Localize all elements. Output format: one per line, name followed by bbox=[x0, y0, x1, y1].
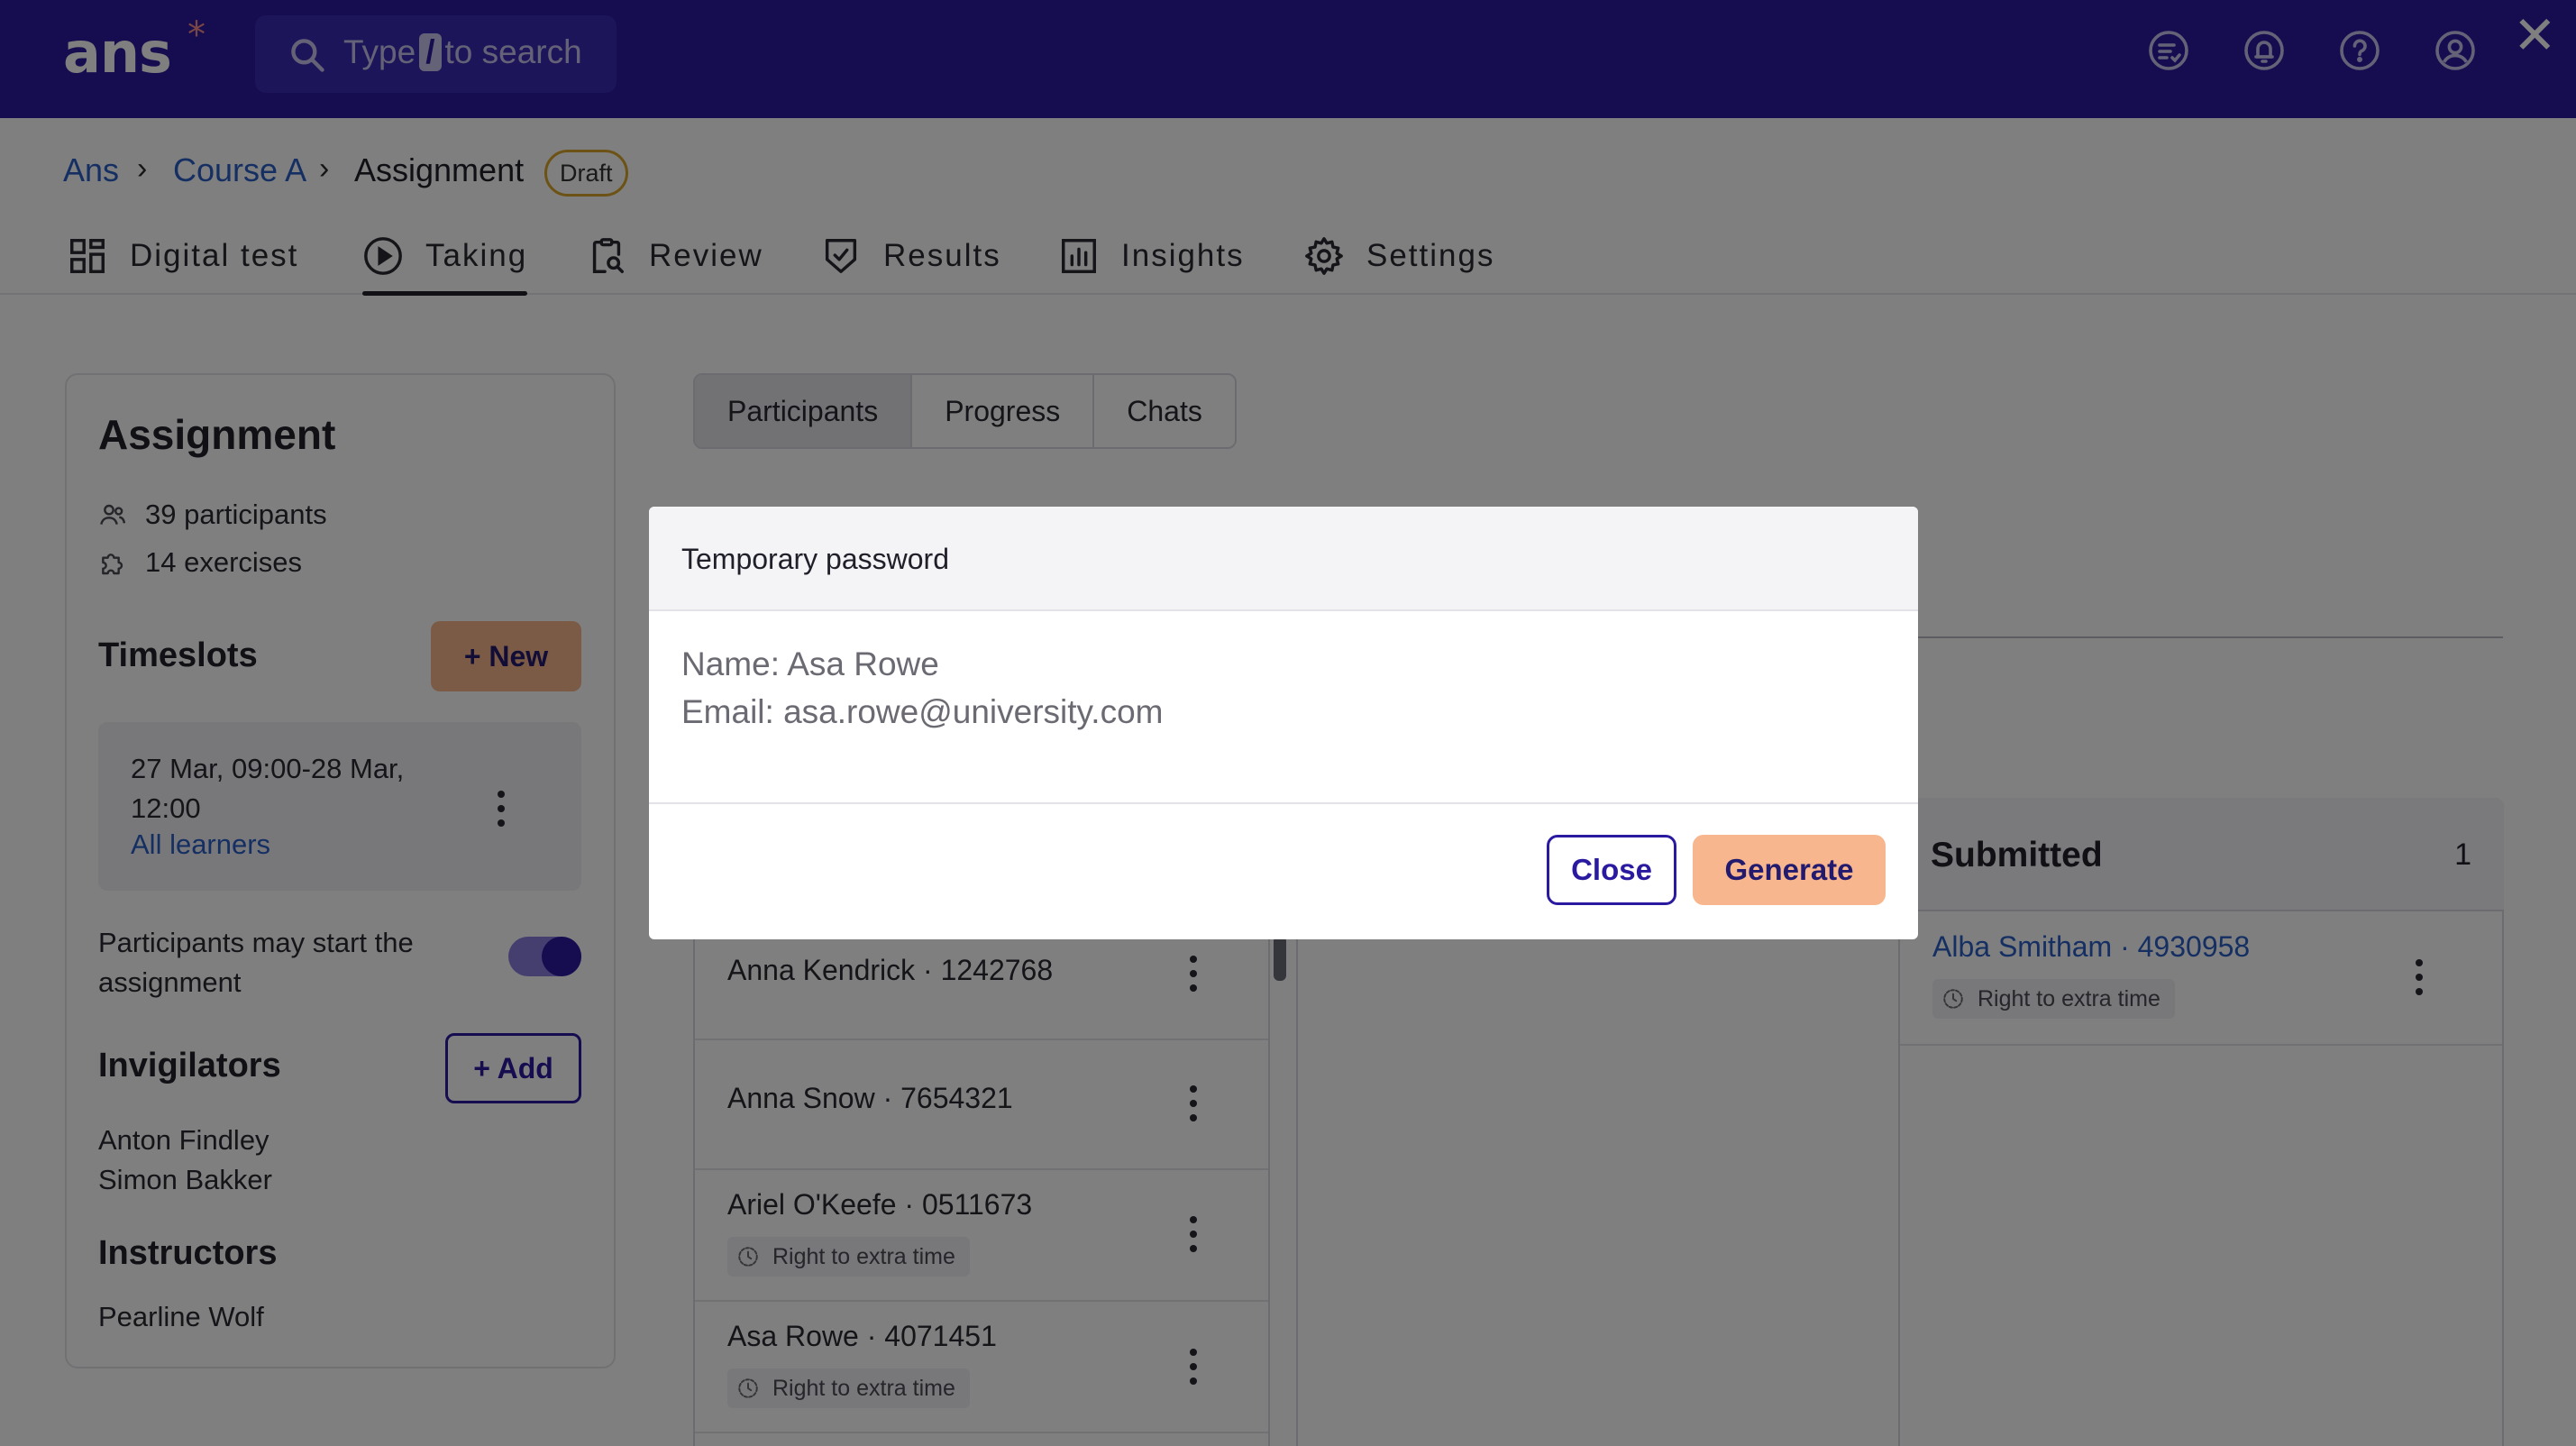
generate-button[interactable]: Generate bbox=[1693, 835, 1886, 905]
close-button[interactable]: Close bbox=[1547, 835, 1676, 905]
participant-name-line: Name: Asa Rowe bbox=[681, 645, 939, 682]
dialog-title: Temporary password bbox=[681, 543, 949, 575]
dialog-footer-divider bbox=[649, 802, 1918, 804]
dialog-header: Temporary password bbox=[649, 507, 1918, 611]
participant-email-line: Email: asa.rowe@university.com bbox=[681, 693, 1164, 730]
temporary-password-dialog: Temporary password Name: Asa Rowe Email:… bbox=[649, 507, 1918, 939]
